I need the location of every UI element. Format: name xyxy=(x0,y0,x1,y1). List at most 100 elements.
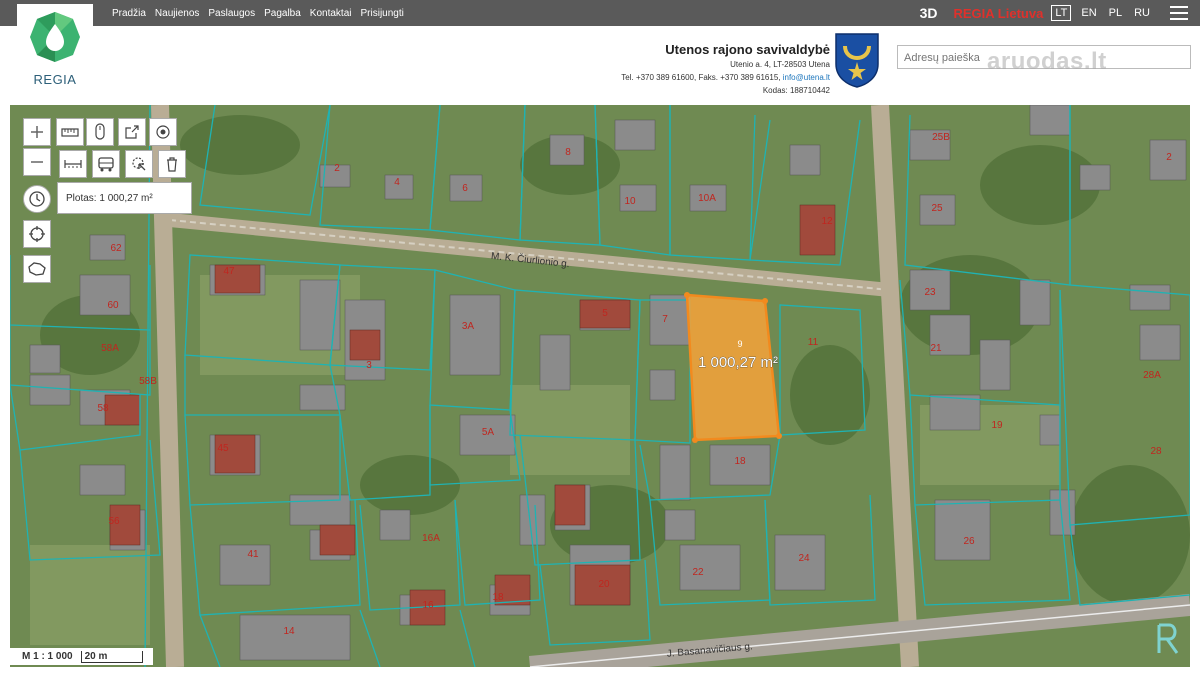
house-number: 6 xyxy=(462,183,468,194)
municipality-phone: Tel. +370 389 61600, Faks. +370 389 6161… xyxy=(621,73,783,82)
measure-line-button[interactable] xyxy=(59,150,87,178)
ruler-icon xyxy=(61,128,79,137)
municipality-code: Kodas: 188710442 xyxy=(762,86,830,95)
house-number: 45 xyxy=(217,443,229,454)
aruodas-watermark: aruodas.lt xyxy=(987,48,1107,75)
house-number: 56 xyxy=(108,516,120,527)
house-number: 58 xyxy=(97,403,109,414)
house-number: 16 xyxy=(422,600,434,611)
nav-item-pradzia[interactable]: Pradžia xyxy=(112,8,146,19)
house-number: 19 xyxy=(991,420,1003,431)
bus-icon xyxy=(98,157,114,172)
history-button[interactable] xyxy=(23,185,51,213)
top-bar: Pradžia Naujienos Paslaugos Pagalba Kont… xyxy=(0,0,1200,26)
nav-item-prisijungti[interactable]: Prisijungti xyxy=(361,8,404,19)
regia-country-link[interactable]: REGIA Lietuva xyxy=(954,6,1044,21)
trash-icon xyxy=(167,157,177,172)
mouse-button[interactable] xyxy=(86,118,114,146)
zoom-in-button[interactable] xyxy=(23,118,51,146)
select-button[interactable] xyxy=(125,150,153,178)
house-number: 28A xyxy=(1143,370,1161,381)
nav-item-kontaktai[interactable]: Kontaktai xyxy=(310,8,352,19)
house-number: 23 xyxy=(924,287,936,298)
export-button[interactable] xyxy=(118,118,146,146)
house-number: 2 xyxy=(1166,152,1172,163)
region-button[interactable] xyxy=(23,255,51,283)
scale-bar: 20 m xyxy=(80,650,143,663)
house-number: 58A xyxy=(101,343,119,354)
region-icon xyxy=(28,262,46,276)
lang-lt[interactable]: LT xyxy=(1051,5,1072,21)
house-number: 25B xyxy=(932,132,950,143)
house-number: 41 xyxy=(247,549,259,560)
parcel-area-label: 1 000,27 m² xyxy=(698,354,778,371)
house-number: 3A xyxy=(462,321,475,332)
house-number: 10A xyxy=(698,193,716,204)
house-number: 2 xyxy=(334,163,340,174)
export-icon xyxy=(125,125,139,139)
house-number: 5 xyxy=(602,308,608,319)
house-number: 11 xyxy=(808,337,819,348)
house-number: 24 xyxy=(798,553,810,564)
area-measurement-popup: Plotas: 1 000,27 m² xyxy=(57,182,192,214)
zoom-in-icon xyxy=(31,126,43,138)
map-scale: M 1 : 1 000 20 m xyxy=(10,648,153,665)
main-nav: Pradžia Naujienos Paslaugos Pagalba Kont… xyxy=(112,0,404,26)
house-number: 3 xyxy=(366,360,372,371)
house-number: 47 xyxy=(223,266,235,277)
lang-ru[interactable]: RU xyxy=(1134,7,1150,19)
target-button[interactable] xyxy=(149,118,177,146)
map-view[interactable]: 1 000,27 m² 9 M. K. Čiurlionio g. J. Bas… xyxy=(10,105,1190,667)
history-icon xyxy=(29,191,45,207)
house-number: 5A xyxy=(482,427,495,438)
house-number: 12 xyxy=(821,216,833,227)
house-number: 4 xyxy=(394,177,400,188)
house-number: 7 xyxy=(662,314,668,325)
house-number: 21 xyxy=(930,343,942,354)
house-number: 18 xyxy=(734,456,746,467)
target-icon xyxy=(156,125,170,139)
zoom-out-button[interactable] xyxy=(23,148,51,176)
house-number: 22 xyxy=(692,567,704,578)
municipality-address: Utenio a. 4, LT-28503 Utena xyxy=(730,60,830,69)
house-number: 16A xyxy=(422,533,440,544)
house-number: 25 xyxy=(931,203,943,214)
house-number: 26 xyxy=(963,536,975,547)
select-icon xyxy=(132,157,146,171)
scale-ratio: M 1 : 1 000 xyxy=(22,651,73,662)
hamburger-menu-icon[interactable] xyxy=(1170,6,1188,20)
house-number: 60 xyxy=(107,300,119,311)
nav-item-paslaugos[interactable]: Paslaugos xyxy=(208,8,255,19)
house-number: 20 xyxy=(598,579,610,590)
measure-line-icon xyxy=(64,160,82,168)
ruler-button[interactable] xyxy=(56,118,84,146)
regia-logo[interactable]: REGIA xyxy=(17,4,93,96)
house-number: 14 xyxy=(283,626,295,637)
house-number: 58B xyxy=(139,376,157,387)
trash-button[interactable] xyxy=(158,150,186,178)
lang-en[interactable]: EN xyxy=(1081,7,1096,19)
logo-text: REGIA xyxy=(33,72,77,87)
nav-item-pagalba[interactable]: Pagalba xyxy=(264,8,301,19)
house-number: 8 xyxy=(565,147,571,158)
area-measurement-label: Plotas: 1 000,27 m² xyxy=(66,192,153,204)
lang-pl[interactable]: PL xyxy=(1109,7,1122,19)
house-number: 62 xyxy=(110,243,122,254)
coat-of-arms-icon xyxy=(835,33,879,88)
municipality-title: Utenos rajono savivaldybė xyxy=(665,42,830,57)
mouse-icon xyxy=(95,123,105,140)
house-number: 28 xyxy=(1150,446,1162,457)
crosshair-button[interactable] xyxy=(23,220,51,248)
house-number: 10 xyxy=(624,196,636,207)
3d-button[interactable]: 3D xyxy=(920,5,938,21)
municipality-info: Utenos rajono savivaldybė Utenio a. 4, L… xyxy=(621,42,830,96)
house-number: 18 xyxy=(492,592,504,603)
municipality-contacts: Tel. +370 389 61600, Faks. +370 389 6161… xyxy=(621,72,830,83)
parcel-number-label: 9 xyxy=(737,339,742,349)
nav-item-naujienos[interactable]: Naujienos xyxy=(155,8,199,19)
crosshair-icon xyxy=(29,226,45,242)
municipality-email-link[interactable]: info@utena.lt xyxy=(783,73,830,82)
top-right-controls: 3D REGIA Lietuva LT EN PL RU xyxy=(920,0,1200,26)
zoom-out-icon xyxy=(31,161,43,163)
bus-button[interactable] xyxy=(92,150,120,178)
